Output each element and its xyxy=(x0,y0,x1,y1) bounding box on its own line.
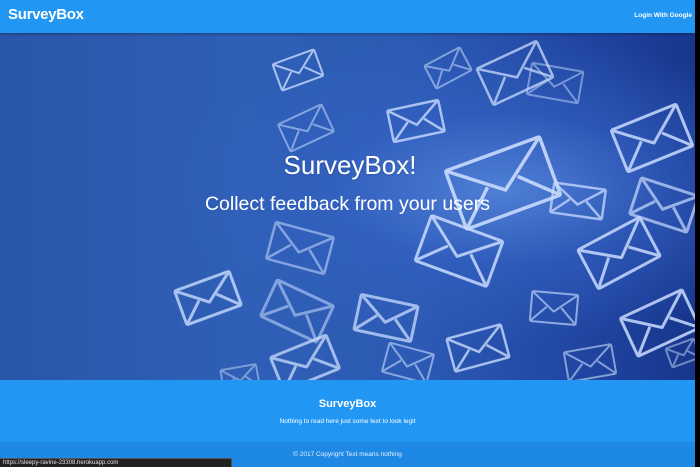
copyright-text: © 2017 Copyright Text means nothing xyxy=(293,451,402,458)
navbar: SurveyBox Login With Google xyxy=(0,0,695,33)
envelope-icon xyxy=(445,323,511,373)
brand-logo-link[interactable]: SurveyBox xyxy=(8,6,84,23)
hero-banner: SurveyBox! Collect feedback from your us… xyxy=(0,33,695,380)
envelope-icon xyxy=(352,293,420,343)
hero-subtitle: Collect feedback from your users xyxy=(204,193,491,215)
envelope-icon xyxy=(414,214,504,288)
envelope-icon xyxy=(277,103,335,153)
envelope-icon xyxy=(619,288,695,358)
window-edge xyxy=(695,0,700,467)
envelope-icon xyxy=(423,46,473,90)
footer-text: Nothing to read here just some text to l… xyxy=(279,418,416,425)
envelope-icon xyxy=(576,216,662,290)
envelope-icon xyxy=(381,341,435,380)
envelope-icon xyxy=(386,98,446,144)
envelope-icon xyxy=(271,48,325,92)
envelope-icon xyxy=(269,334,341,380)
envelope-icon xyxy=(219,363,261,380)
envelope-icon xyxy=(525,61,585,105)
envelope-icon xyxy=(259,278,335,344)
login-with-google-link[interactable]: Login With Google xyxy=(634,12,692,19)
envelope-icon xyxy=(562,343,618,380)
hero-title: SurveyBox! xyxy=(283,150,417,180)
envelope-icon xyxy=(528,290,580,326)
page: SurveyBox Login With Google SurveyBox! C… xyxy=(0,0,695,467)
footer-title: SurveyBox xyxy=(318,398,377,410)
envelope-icon xyxy=(265,220,335,276)
envelope-icon xyxy=(173,270,243,326)
status-bar-url: https://sleepy-ravine-23308.herokuapp.co… xyxy=(0,458,232,467)
footer: SurveyBox Nothing to read here just some… xyxy=(0,380,695,442)
